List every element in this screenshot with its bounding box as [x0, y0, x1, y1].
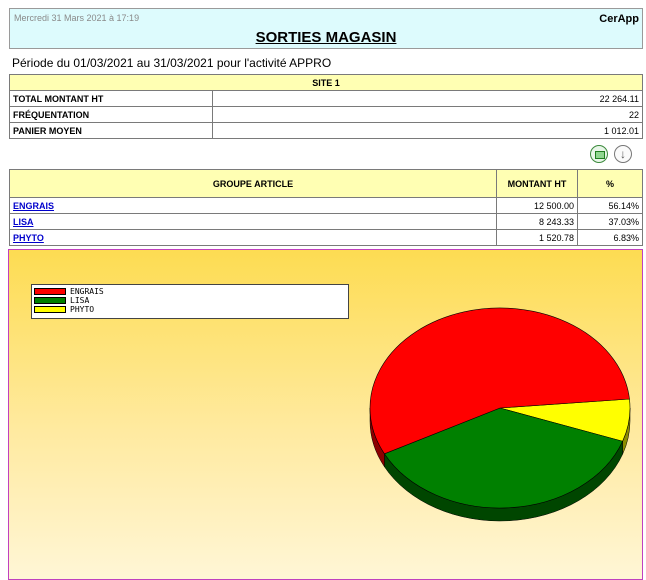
pie-chart-panel: ENGRAIS LISA PHYTO — [8, 249, 643, 580]
excel-export-icon[interactable] — [590, 145, 608, 163]
site-summary-table: SITE 1 TOTAL MONTANT HT 22 264.11 FRÉQUE… — [9, 74, 643, 139]
group-col-header: GROUPE ARTICLE — [9, 169, 497, 198]
pct-cell: 6.83% — [577, 229, 643, 246]
site-header-row: SITE 1 — [9, 74, 643, 91]
site-row-label: FRÉQUENTATION — [9, 106, 213, 123]
report-title: SORTIES MAGASIN — [255, 29, 397, 46]
download-arrow-icon[interactable]: ↓ — [614, 145, 632, 163]
table-row: LISA 8 243.33 37.03% — [9, 213, 643, 230]
site-title: SITE 1 — [9, 74, 643, 91]
table-row: PHYTO 1 520.78 6.83% — [9, 229, 643, 246]
site-row-panier: PANIER MOYEN 1 012.01 — [9, 122, 643, 139]
site-row-value: 1 012.01 — [212, 122, 643, 139]
site-row-label: PANIER MOYEN — [9, 122, 213, 139]
group-cell: LISA — [9, 213, 497, 230]
amount-cell: 12 500.00 — [496, 197, 578, 214]
pct-cell: 37.03% — [577, 213, 643, 230]
report-date: Mercredi 31 Mars 2021 à 17:19 — [14, 13, 140, 23]
period-text: Période du 01/03/2021 au 31/03/2021 pour… — [12, 56, 332, 70]
pct-col-header: % — [577, 169, 643, 198]
group-link-lisa[interactable]: LISA — [13, 217, 34, 227]
pie-chart — [369, 307, 631, 522]
amount-cell: 8 243.33 — [496, 213, 578, 230]
group-cell: ENGRAIS — [9, 197, 497, 214]
export-toolbar: ↓ — [586, 145, 646, 167]
group-article-table: GROUPE ARTICLE MONTANT HT % ENGRAIS 12 5… — [9, 169, 643, 246]
site-row-total: TOTAL MONTANT HT 22 264.11 — [9, 90, 643, 107]
site-row-value: 22 264.11 — [212, 90, 643, 107]
group-link-engrais[interactable]: ENGRAIS — [13, 201, 54, 211]
pct-cell: 56.14% — [577, 197, 643, 214]
table-row: ENGRAIS 12 500.00 56.14% — [9, 197, 643, 214]
group-header-row: GROUPE ARTICLE MONTANT HT % — [9, 169, 643, 198]
site-row-frequentation: FRÉQUENTATION 22 — [9, 106, 643, 123]
report-header: Mercredi 31 Mars 2021 à 17:19 CerApp SOR… — [9, 8, 643, 49]
app-name: CerApp — [599, 13, 639, 25]
group-cell: PHYTO — [9, 229, 497, 246]
group-link-phyto[interactable]: PHYTO — [13, 233, 44, 243]
amount-cell: 1 520.78 — [496, 229, 578, 246]
site-row-value: 22 — [212, 106, 643, 123]
site-row-label: TOTAL MONTANT HT — [9, 90, 213, 107]
amount-col-header: MONTANT HT — [496, 169, 578, 198]
